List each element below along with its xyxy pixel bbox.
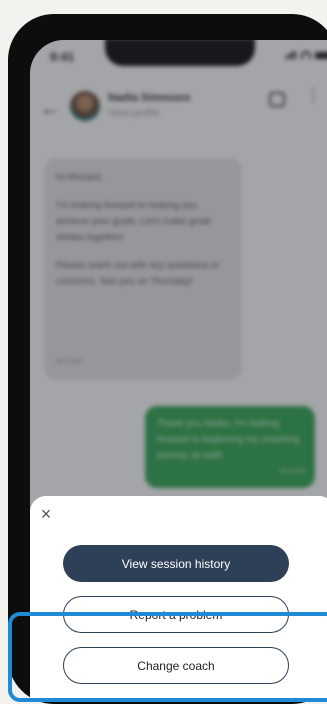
app-screen: 9:41 ← Nadia Simmons View profile ⋮ Hi R… xyxy=(30,40,327,702)
button-label: View session history xyxy=(121,556,231,571)
phone-frame: 9:41 ← Nadia Simmons View profile ⋮ Hi R… xyxy=(8,14,327,704)
view-session-history-button[interactable]: View session history xyxy=(63,545,289,582)
options-bottom-sheet: × View session history Report a problem … xyxy=(30,496,327,702)
change-coach-button[interactable]: Change coach xyxy=(63,647,289,684)
button-label: Change coach xyxy=(137,658,215,673)
report-problem-button[interactable]: Report a problem xyxy=(63,596,289,633)
close-icon[interactable]: × xyxy=(36,504,56,524)
button-label: Report a problem xyxy=(129,607,223,622)
